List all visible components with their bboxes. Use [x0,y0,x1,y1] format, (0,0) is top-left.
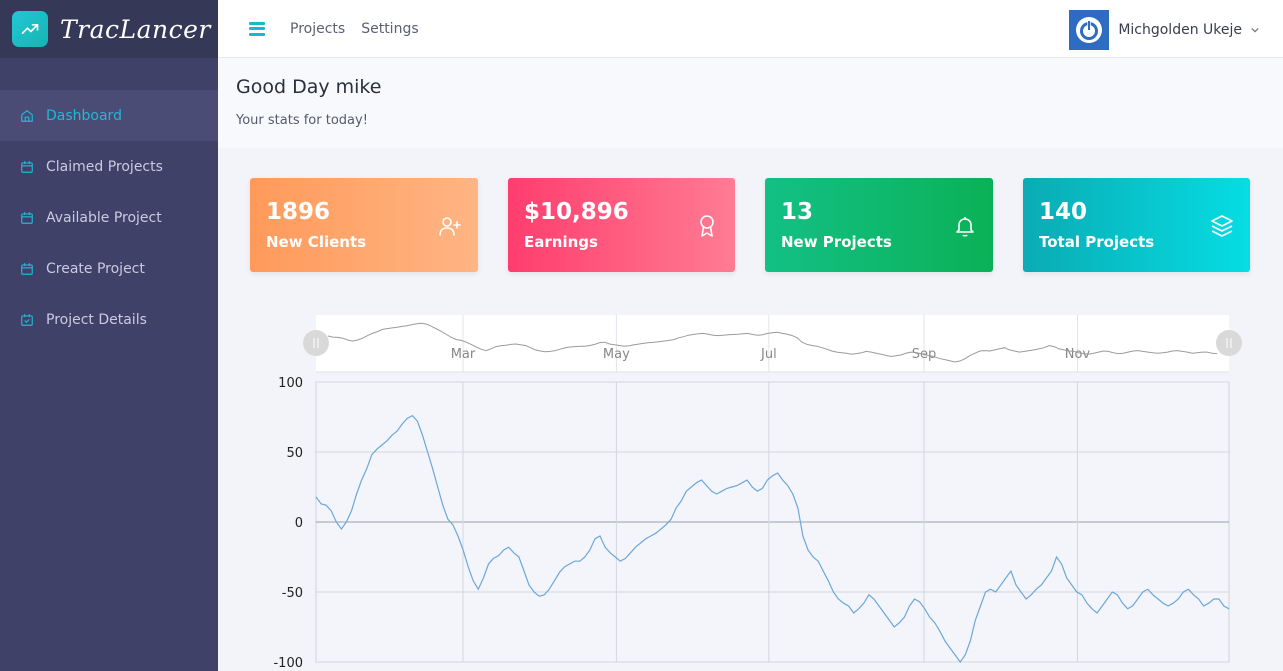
y-tick-label: 100 [278,376,303,391]
navigator-right-handle[interactable] [1216,330,1242,356]
navigator-tick-label: Jul [760,347,777,362]
y-tick-label: 0 [295,516,303,531]
navigator-left-handle[interactable] [303,330,329,356]
y-tick-label: 50 [286,446,303,461]
navigator-tick-label: May [603,347,630,362]
navigator-background [316,315,1229,372]
y-tick-label: -100 [273,656,303,671]
navigator-tick-label: Mar [451,347,476,362]
chart-area: 100500-50-100Mar May Jul Sep Nov [273,315,1242,671]
y-tick-label: -50 [282,586,303,601]
